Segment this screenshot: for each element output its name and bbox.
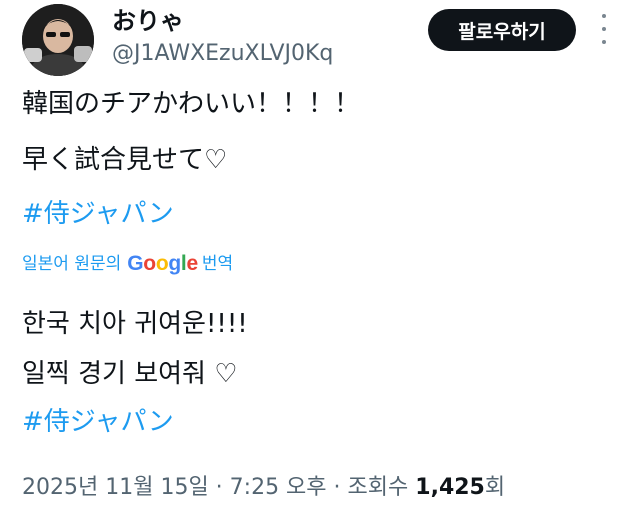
avatar-image: [22, 4, 94, 76]
follow-button[interactable]: 팔로우하기: [428, 9, 576, 51]
translation-label-suffix: 번역: [201, 254, 234, 274]
views-suffix: 회: [484, 475, 506, 500]
tweet-text-line: 韓国のチアかわいい！！！！: [22, 89, 361, 119]
hashtag-link[interactable]: #侍ジャパン: [22, 404, 174, 440]
avatar[interactable]: [22, 4, 94, 76]
google-letter: G: [127, 252, 144, 275]
timestamp[interactable]: 2025년 11월 15일 · 7:25 오후: [22, 475, 327, 500]
tweet-text-line: 早く試合見せて♡: [22, 145, 228, 175]
google-letter: o: [155, 252, 169, 275]
translation-label[interactable]: 일본어 원문의 Google 번역: [22, 252, 233, 276]
google-letter: e: [186, 252, 198, 275]
translated-text-line: 한국 치아 귀여운!!!!: [22, 309, 248, 339]
google-letter: g: [168, 252, 181, 275]
display-name[interactable]: おりゃ: [112, 6, 184, 36]
tweet-meta: 2025년 11월 15일 · 7:25 오후 · 조회수 1,425회: [22, 472, 505, 504]
views-label: 조회수: [347, 475, 409, 500]
user-handle[interactable]: @J1AWXEzuXLVJ0Kq: [112, 40, 333, 68]
google-letter: o: [143, 252, 156, 275]
more-vertical-icon[interactable]: [598, 14, 610, 44]
meta-separator: ·: [333, 475, 341, 500]
views-count: 1,425: [415, 475, 485, 500]
google-logo: Google: [127, 252, 198, 276]
hashtag-link[interactable]: #侍ジャパン: [22, 196, 174, 232]
translated-text-line: 일찍 경기 보여줘 ♡: [22, 359, 238, 389]
translation-label-prefix: 일본어 원문의: [22, 254, 122, 274]
